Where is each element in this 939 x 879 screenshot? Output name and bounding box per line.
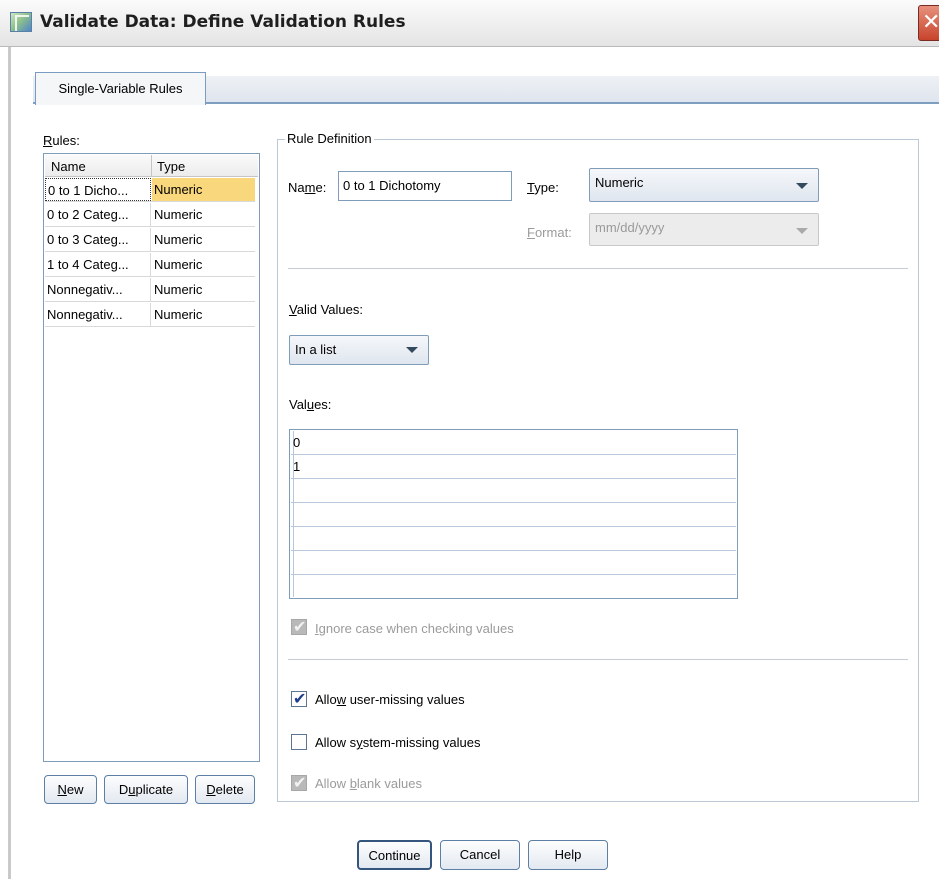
rules-label: Rules: xyxy=(43,133,80,148)
values-grid[interactable]: 0 1 xyxy=(289,429,738,599)
rule-type-cell: Numeric xyxy=(154,282,203,297)
type-dropdown[interactable]: Numeric xyxy=(589,168,819,202)
rule-type-cell: Numeric xyxy=(152,178,255,201)
rule-name-cell: 0 to 1 Dicho... xyxy=(45,178,151,201)
delete-button[interactable]: Delete xyxy=(195,775,255,804)
name-label: Name: xyxy=(288,180,327,195)
table-row[interactable]: 0 to 3 Categ... Numeric xyxy=(45,228,255,252)
rule-type-cell: Numeric xyxy=(154,232,203,247)
rule-name-cell: 0 to 2 Categ... xyxy=(45,203,151,226)
window-frame xyxy=(8,47,11,879)
section-divider xyxy=(288,268,908,269)
value-row[interactable] xyxy=(291,551,736,575)
dialog-window: Validate Data: Define Validation Rules ✕… xyxy=(0,0,939,879)
table-row[interactable]: 0 to 1 Dicho... Numeric xyxy=(45,178,255,202)
valid-values-dropdown-value: In a list xyxy=(295,342,337,357)
table-row[interactable]: 1 to 4 Categ... Numeric xyxy=(45,253,255,277)
rule-type-cell: Numeric xyxy=(154,257,203,272)
valid-values-label: Valid Values: xyxy=(289,302,363,317)
chevron-down-icon xyxy=(796,228,808,234)
section-divider xyxy=(288,659,908,660)
allow-blank-label: Allow blank values xyxy=(315,776,422,791)
help-button[interactable]: Help xyxy=(528,840,608,870)
ignore-case-checkbox[interactable] xyxy=(291,617,307,637)
tab-single-variable-rules[interactable]: Single-Variable Rules xyxy=(35,72,206,105)
allow-blank-checkbox[interactable] xyxy=(291,773,307,793)
rules-table[interactable]: Name Type 0 to 1 Dicho... Numeric 0 to 2… xyxy=(43,153,260,762)
rule-type-cell: Numeric xyxy=(154,207,203,222)
rule-name-cell: Nonnegativ... xyxy=(45,278,151,301)
chevron-down-icon xyxy=(406,347,418,353)
allow-user-missing-checkbox[interactable] xyxy=(291,689,307,709)
window-title: Validate Data: Define Validation Rules xyxy=(40,12,406,32)
rule-name-cell: Nonnegativ... xyxy=(45,303,151,326)
close-icon: ✕ xyxy=(922,9,939,34)
value-row[interactable] xyxy=(291,503,736,527)
new-button[interactable]: New xyxy=(44,775,97,804)
cancel-button[interactable]: Cancel xyxy=(440,840,520,870)
value-row[interactable] xyxy=(291,527,736,551)
rule-name-cell: 0 to 3 Categ... xyxy=(45,228,151,251)
close-button[interactable]: ✕ xyxy=(918,5,939,41)
rules-table-header: Name Type xyxy=(45,155,258,177)
app-icon xyxy=(10,12,32,32)
allow-system-missing-label: Allow system-missing values xyxy=(315,735,481,750)
value-row[interactable] xyxy=(291,479,736,503)
value-row[interactable]: 0 xyxy=(291,431,736,455)
allow-system-missing-checkbox[interactable] xyxy=(291,734,307,750)
format-label: Format: xyxy=(527,225,572,240)
rule-type-cell: Numeric xyxy=(154,307,203,322)
duplicate-button[interactable]: Duplicate xyxy=(104,775,188,804)
type-label: Type: xyxy=(527,180,559,195)
continue-button[interactable]: Continue xyxy=(357,840,432,870)
title-bar: Validate Data: Define Validation Rules ✕ xyxy=(0,0,939,47)
format-dropdown-value: mm/dd/yyyy xyxy=(595,220,665,235)
format-dropdown[interactable]: mm/dd/yyyy xyxy=(589,213,819,246)
column-divider[interactable] xyxy=(151,155,152,177)
table-row[interactable]: Nonnegativ... Numeric xyxy=(45,303,255,327)
allow-user-missing-label: Allow user-missing values xyxy=(315,692,465,707)
column-header-type[interactable]: Type xyxy=(157,159,185,174)
column-header-name[interactable]: Name xyxy=(51,159,86,174)
table-row[interactable]: Nonnegativ... Numeric xyxy=(45,278,255,302)
ignore-case-label: Ignore case when checking values xyxy=(315,621,514,636)
rule-definition-title: Rule Definition xyxy=(285,131,374,146)
rule-name-input[interactable]: 0 to 1 Dichotomy xyxy=(338,171,512,201)
value-row[interactable]: 1 xyxy=(291,455,736,479)
rule-name-cell: 1 to 4 Categ... xyxy=(45,253,151,276)
table-row[interactable]: 0 to 2 Categ... Numeric xyxy=(45,203,255,227)
value-row[interactable] xyxy=(291,575,736,599)
type-dropdown-value: Numeric xyxy=(595,175,644,190)
chevron-down-icon xyxy=(796,183,808,189)
values-label: Values: xyxy=(289,397,332,412)
valid-values-dropdown[interactable]: In a list xyxy=(289,335,429,365)
